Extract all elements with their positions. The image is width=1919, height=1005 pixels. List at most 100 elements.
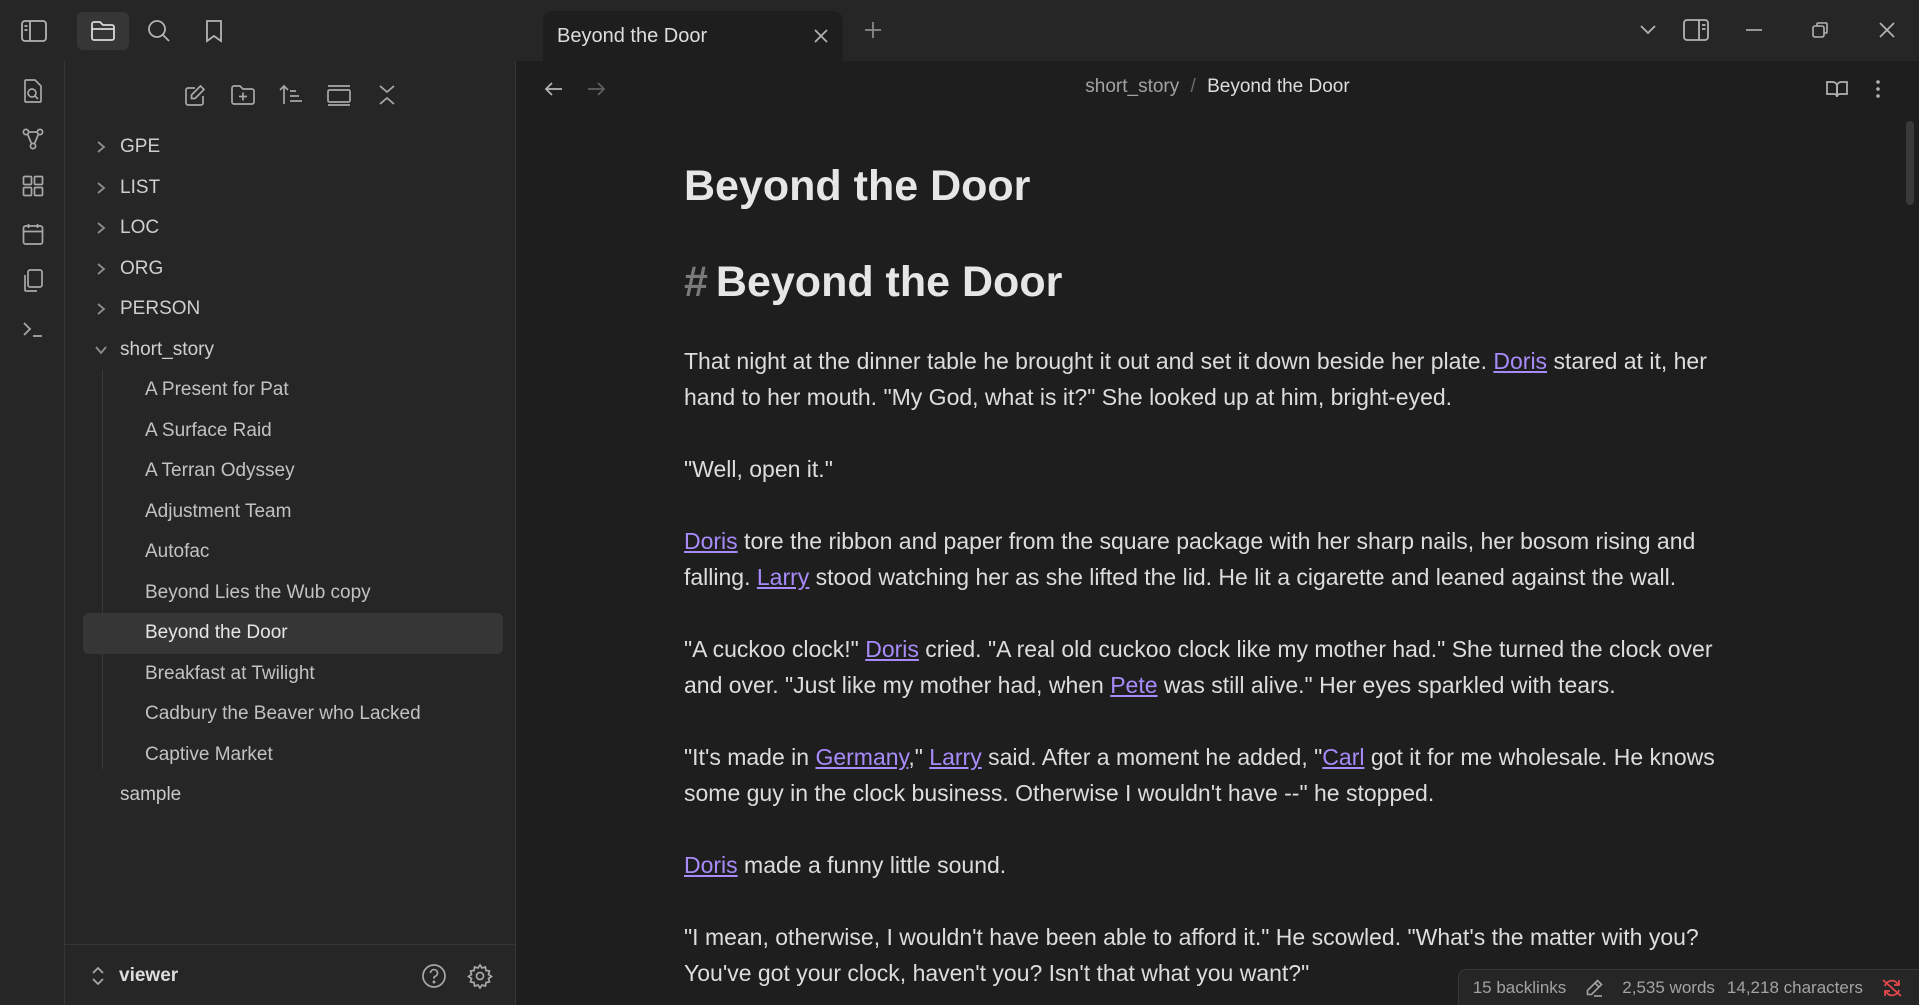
search-icon[interactable] (133, 12, 185, 50)
sync-error-icon[interactable] (1881, 978, 1903, 998)
view-header: short_story / Beyond the Door (516, 61, 1919, 115)
folder-person[interactable]: PERSON (83, 289, 503, 330)
folder-gpe[interactable]: GPE (83, 127, 503, 168)
file-item[interactable]: Adjustment Team (83, 492, 503, 533)
file-item-active[interactable]: Beyond the Door (83, 613, 503, 654)
folder-label: PERSON (120, 298, 201, 320)
bookmark-icon[interactable] (188, 12, 240, 50)
breadcrumb-folder[interactable]: short_story (1085, 76, 1179, 97)
templates-copy-icon[interactable] (14, 263, 52, 299)
paragraph: "Well, open it." (684, 451, 1744, 487)
vault-switcher[interactable]: viewer (91, 963, 178, 989)
chevron-right-icon (92, 260, 110, 278)
internal-link-doris[interactable]: Doris (1493, 348, 1547, 374)
file-label: A Present for Pat (145, 379, 289, 401)
file-item[interactable]: Autofac (83, 532, 503, 573)
vault-name: viewer (119, 965, 179, 986)
auto-reveal-file-icon[interactable] (319, 75, 359, 115)
chevron-down-icon (92, 341, 110, 359)
close-window-icon[interactable] (1867, 12, 1907, 48)
close-tab-icon[interactable] (809, 24, 833, 48)
paragraph-text: said. After a moment he added, " (981, 744, 1323, 770)
file-tree: GPE LIST LOC ORG PERSON short_story A Pr… (83, 127, 503, 816)
new-tab-plus-icon[interactable] (860, 17, 886, 43)
file-label: A Terran Odyssey (145, 460, 295, 482)
toggle-right-sidebar-icon[interactable] (1676, 12, 1716, 48)
canvas-grid-icon[interactable] (14, 168, 52, 204)
new-note-icon[interactable] (175, 75, 215, 115)
file-item[interactable]: Captive Market (83, 735, 503, 776)
paragraph: Doris tore the ribbon and paper from the… (684, 523, 1744, 595)
folder-list[interactable]: LIST (83, 168, 503, 209)
folder-label: ORG (120, 257, 164, 279)
paragraph-text: stood watching her as she lifted the lid… (809, 564, 1677, 590)
folder-label: LOC (120, 217, 160, 239)
file-label: Autofac (145, 541, 210, 563)
editor-scrollbar[interactable] (1906, 121, 1914, 205)
files-tab-folder-icon[interactable] (77, 12, 129, 50)
sort-order-icon[interactable] (271, 75, 311, 115)
title-bar: Beyond the Door (0, 0, 1919, 61)
file-label: Breakfast at Twilight (145, 662, 315, 684)
folder-org[interactable]: ORG (83, 249, 503, 290)
paragraph-text: made a funny little sound. (737, 852, 1007, 878)
breadcrumb-separator: / (1190, 76, 1196, 97)
collapse-all-icon[interactable] (367, 75, 407, 115)
paragraph: "A cuckoo clock!" Doris cried. "A real o… (684, 631, 1744, 703)
new-folder-icon[interactable] (223, 75, 263, 115)
reading-view-book-icon[interactable] (1823, 75, 1851, 103)
paragraph-text: was still alive." Her eyes sparkled with… (1157, 672, 1616, 698)
file-item[interactable]: A Present for Pat (83, 370, 503, 411)
internal-link-doris[interactable]: Doris (684, 528, 738, 554)
folder-loc[interactable]: LOC (83, 208, 503, 249)
folder-label: LIST (120, 176, 161, 198)
file-label: A Surface Raid (145, 419, 272, 441)
file-explorer-actions (65, 75, 516, 115)
file-item[interactable]: A Surface Raid (83, 411, 503, 452)
chevron-right-icon (92, 300, 110, 318)
internal-link-doris[interactable]: Doris (684, 852, 738, 878)
file-label: Captive Market (145, 743, 273, 765)
file-item[interactable]: Breakfast at Twilight (83, 654, 503, 695)
internal-link-larry[interactable]: Larry (929, 744, 981, 770)
paragraph-text: ," (908, 744, 930, 770)
folder-short-story[interactable]: short_story (83, 330, 503, 371)
more-options-icon[interactable] (1864, 75, 1892, 103)
heading-hash-marker: # (684, 258, 708, 306)
paragraph: "It's made in Germany," Larry said. Afte… (684, 739, 1744, 811)
open-quick-switcher-icon[interactable] (14, 73, 52, 109)
command-palette-terminal-icon[interactable] (14, 311, 52, 347)
file-label: Adjustment Team (145, 500, 292, 522)
file-item[interactable]: Beyond Lies the Wub copy (83, 573, 503, 614)
internal-link-germany[interactable]: Germany (815, 744, 908, 770)
settings-gear-icon[interactable] (465, 961, 495, 991)
file-label: sample (120, 784, 182, 806)
chevrons-up-down-icon (91, 966, 105, 986)
help-icon[interactable] (419, 961, 449, 991)
internal-link-doris[interactable]: Doris (865, 636, 919, 662)
word-count: 2,535 words (1622, 977, 1715, 997)
graph-view-icon[interactable] (14, 121, 52, 157)
file-item[interactable]: Cadbury the Beaver who Lacked (83, 694, 503, 735)
tab-beyond-the-door[interactable]: Beyond the Door (543, 11, 843, 61)
internal-link-carl[interactable]: Carl (1322, 744, 1364, 770)
toggle-left-sidebar-icon[interactable] (8, 12, 60, 50)
folder-label: short_story (120, 338, 214, 360)
tab-list-chevron-down-icon[interactable] (1628, 12, 1668, 48)
breadcrumb: short_story / Beyond the Door (516, 76, 1919, 98)
file-item-sample[interactable]: sample (83, 775, 503, 816)
file-label: Cadbury the Beaver who Lacked (145, 703, 421, 725)
restore-window-icon[interactable] (1800, 12, 1840, 48)
file-item[interactable]: A Terran Odyssey (83, 451, 503, 492)
internal-link-pete[interactable]: Pete (1110, 672, 1157, 698)
daily-note-calendar-icon[interactable] (14, 216, 52, 252)
backlinks-count[interactable]: 15 backlinks (1473, 978, 1567, 998)
breadcrumb-current-file[interactable]: Beyond the Door (1207, 76, 1350, 97)
internal-link-larry[interactable]: Larry (757, 564, 809, 590)
editing-mode-pencil-icon[interactable] (1584, 978, 1604, 998)
file-label: Beyond Lies the Wub copy (145, 581, 371, 603)
inline-title[interactable]: Beyond the Door (684, 161, 1744, 211)
heading-1: # Beyond the Door (684, 257, 1744, 307)
tab-title: Beyond the Door (557, 24, 708, 47)
minimize-window-icon[interactable] (1734, 12, 1774, 48)
